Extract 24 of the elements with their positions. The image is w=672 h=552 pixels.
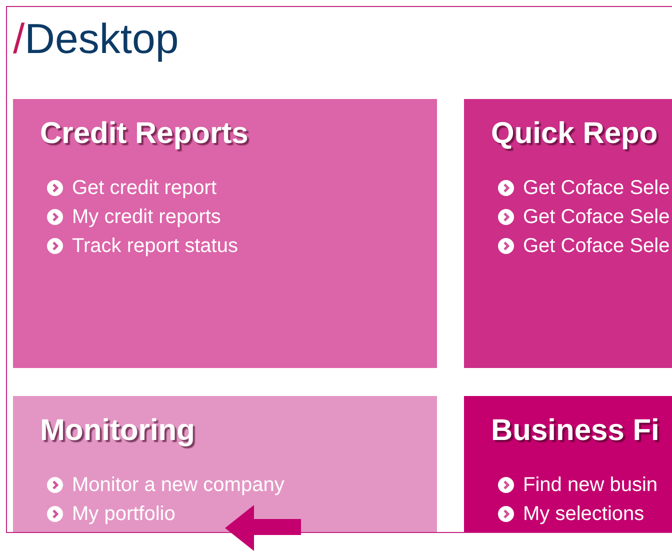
chevron-circle-icon: [498, 238, 514, 254]
chevron-circle-icon: [47, 180, 63, 196]
page-title: /Desktop: [13, 14, 180, 64]
tile-link[interactable]: My credit reports: [72, 204, 221, 230]
tile-link[interactable]: Find new busin: [523, 472, 658, 498]
tile-title: Credit Reports: [40, 116, 250, 152]
tile-link[interactable]: My selections: [523, 500, 644, 526]
left-arrow-icon: [225, 505, 301, 551]
tile-link[interactable]: Get Coface Sele: [523, 204, 670, 230]
tile-link[interactable]: Get credit report: [72, 174, 217, 200]
chevron-circle-icon: [498, 506, 514, 522]
chevron-circle-icon: [47, 238, 63, 254]
chevron-circle-icon: [498, 476, 514, 492]
chevron-circle-icon: [47, 208, 63, 224]
tile-title: Quick Repo: [491, 116, 659, 152]
chevron-circle-icon: [498, 208, 514, 224]
tile-link[interactable]: Track report status: [72, 232, 238, 258]
chevron-circle-icon: [47, 506, 63, 522]
tile-title: Monitoring: [40, 413, 196, 449]
tile-title: Business Fi: [491, 413, 660, 449]
tile-link[interactable]: Get Coface Sele: [523, 174, 670, 200]
chevron-circle-icon: [498, 180, 514, 196]
tile-link[interactable]: Get Coface Sele: [523, 232, 670, 258]
chevron-circle-icon: [47, 476, 63, 492]
